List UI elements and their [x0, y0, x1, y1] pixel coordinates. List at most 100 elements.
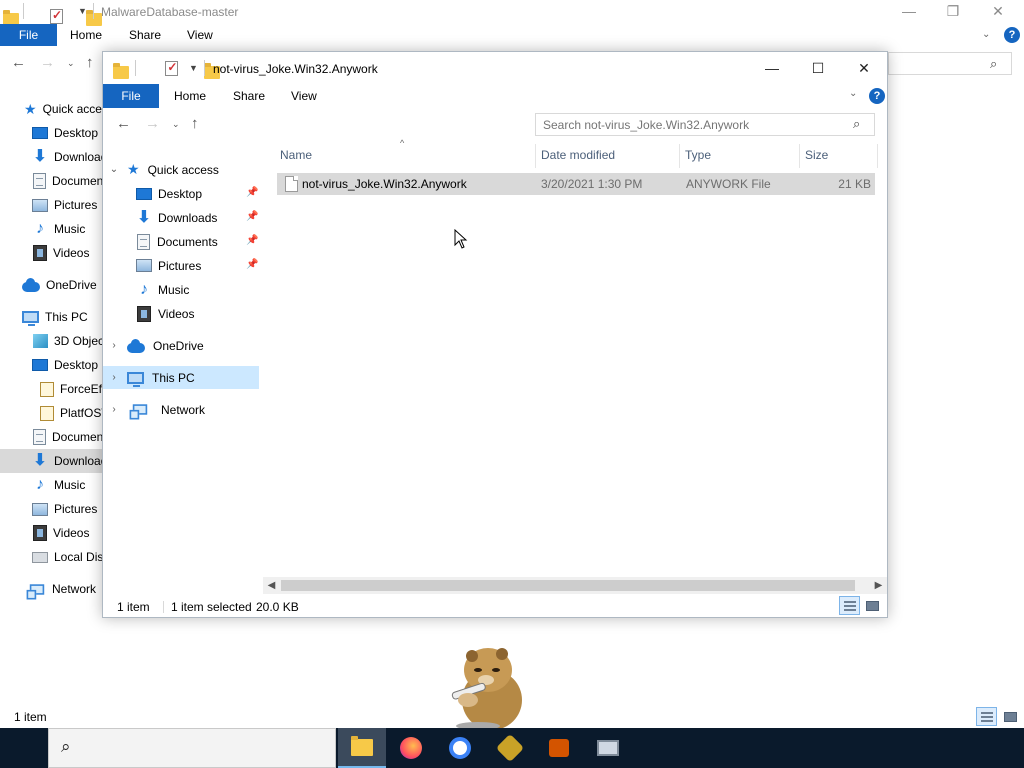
background-share-tab[interactable]: Share — [129, 28, 161, 42]
network-icon — [26, 583, 45, 600]
scrollbar-thumb[interactable] — [281, 580, 855, 591]
taskbar-app-1[interactable] — [486, 728, 534, 768]
back-arrow-icon[interactable]: ← — [11, 54, 26, 71]
sidebar-videos[interactable]: Videos — [103, 302, 259, 325]
share-tab[interactable]: Share — [233, 89, 265, 103]
home-tab[interactable]: Home — [174, 89, 206, 103]
up-arrow-icon[interactable]: ↑ — [86, 54, 94, 71]
bg-sidebar-downloads-2[interactable]: ⬇ Downloads — [0, 449, 104, 473]
search-input[interactable] — [535, 113, 875, 136]
background-close-button[interactable]: ✕ — [975, 0, 1021, 25]
background-minimize-button[interactable]: — — [886, 0, 932, 25]
scroll-left-icon[interactable]: ◀ — [263, 577, 280, 594]
bg-sidebar-platfosv[interactable]: PlatfOSV — [0, 401, 104, 425]
column-separator[interactable] — [535, 144, 536, 168]
column-separator[interactable] — [877, 144, 878, 168]
chevron-down-icon[interactable]: ⌄ — [109, 164, 119, 175]
column-header-type[interactable]: Type — [685, 148, 711, 162]
background-restore-button[interactable]: ❐ — [930, 0, 976, 25]
bg-sidebar-3d-objects[interactable]: 3D Objects — [0, 329, 104, 353]
documents-icon — [33, 173, 46, 189]
search-icon[interactable]: ⌕ — [990, 56, 997, 72]
chevron-right-icon[interactable]: › — [109, 340, 119, 351]
help-icon[interactable]: ? — [869, 88, 885, 104]
bg-sidebar-onedrive[interactable]: OneDrive — [0, 273, 104, 297]
bg-sidebar-documents-2[interactable]: Documents — [0, 425, 104, 449]
background-file-tab[interactable]: File — [0, 24, 57, 46]
view-tab[interactable]: View — [291, 89, 317, 103]
sidebar-onedrive[interactable]: › OneDrive — [103, 334, 259, 357]
bg-sidebar-desktop[interactable]: Desktop — [0, 121, 104, 145]
properties-icon[interactable] — [50, 8, 63, 24]
taskbar-file-explorer[interactable] — [338, 728, 386, 768]
sidebar-this-pc[interactable]: › This PC — [103, 366, 259, 389]
chevron-right-icon[interactable]: › — [109, 404, 119, 415]
sidebar-documents[interactable]: Documents 📌 — [103, 230, 259, 253]
file-tab[interactable]: File — [103, 84, 159, 108]
taskbar-firefox[interactable] — [387, 728, 435, 768]
sidebar-desktop[interactable]: Desktop 📌 — [103, 182, 259, 205]
ribbon-expand-icon[interactable]: ⌄ — [982, 29, 990, 40]
minimize-button[interactable]: — — [749, 54, 795, 82]
large-icons-view-button[interactable] — [862, 596, 883, 615]
help-icon[interactable]: ? — [1004, 27, 1020, 43]
recent-locations-icon[interactable]: ⌄ — [172, 119, 180, 130]
recent-locations-icon[interactable]: ⌄ — [67, 58, 75, 69]
background-home-tab[interactable]: Home — [70, 28, 102, 42]
bg-sidebar-pictures[interactable]: Pictures — [0, 193, 104, 217]
pin-icon[interactable]: 📌 — [246, 187, 258, 198]
forward-arrow-icon[interactable]: → — [145, 115, 160, 132]
details-view-button[interactable] — [976, 707, 997, 726]
large-icons-view-button[interactable] — [1000, 707, 1021, 726]
sidebar-network[interactable]: › Network — [103, 398, 259, 421]
pin-icon[interactable]: 📌 — [246, 259, 258, 270]
sidebar-downloads[interactable]: ⬇ Downloads 📌 — [103, 206, 259, 229]
sidebar-pictures[interactable]: Pictures 📌 — [103, 254, 259, 277]
search-icon[interactable]: ⌕ — [853, 116, 860, 132]
properties-icon[interactable] — [165, 60, 179, 76]
details-view-button[interactable] — [839, 596, 860, 615]
maximize-button[interactable]: ☐ — [795, 54, 841, 82]
bg-sidebar-pictures-2[interactable]: Pictures — [0, 497, 104, 521]
horizontal-scrollbar[interactable]: ◀ ▶ — [263, 577, 887, 594]
bg-sidebar-videos[interactable]: Videos — [0, 241, 104, 265]
pin-icon[interactable]: 📌 — [246, 211, 258, 222]
back-arrow-icon[interactable]: ← — [116, 115, 131, 132]
sidebar-quick-access[interactable]: ⌄ ★ Quick access — [103, 158, 259, 181]
bg-sidebar-forceeff[interactable]: ForceEff — [0, 377, 104, 401]
bg-sidebar-videos-2[interactable]: Videos — [0, 521, 104, 545]
bg-sidebar-downloads[interactable]: ⬇ Downloads — [0, 145, 104, 169]
column-header-size[interactable]: Size — [805, 148, 828, 162]
taskbar-chrome[interactable] — [436, 728, 484, 768]
table-row[interactable]: not-virus_Joke.Win32.Anywork 3/20/2021 1… — [277, 173, 875, 195]
bg-sidebar-music-2[interactable]: ♪ Music — [0, 473, 104, 497]
bg-sidebar-documents[interactable]: Documents — [0, 169, 104, 193]
quick-access-toolbar-dropdown-icon[interactable]: ▼ — [189, 63, 198, 73]
bg-sidebar-quick-access[interactable]: ★ Quick access — [0, 97, 104, 121]
column-header-name[interactable]: Name — [280, 148, 312, 162]
taskbar-search-box[interactable]: ⌕ — [48, 728, 336, 768]
bg-sidebar-network[interactable]: Network — [0, 577, 104, 601]
forward-arrow-icon[interactable]: → — [40, 54, 55, 71]
quick-access-toolbar-dropdown-icon[interactable]: ▼ — [78, 6, 87, 16]
column-header-date-modified[interactable]: Date modified — [541, 148, 615, 162]
bg-sidebar-local-disk[interactable]: Local Disk — [0, 545, 104, 569]
start-button[interactable] — [0, 728, 48, 768]
foreground-ribbon: File Home Share View ⌄ ? — [103, 84, 887, 108]
bg-sidebar-desktop-2[interactable]: Desktop — [0, 353, 104, 377]
taskbar-app-3[interactable] — [584, 728, 632, 768]
taskbar-app-2[interactable] — [535, 728, 583, 768]
up-arrow-icon[interactable]: ↑ — [191, 115, 199, 132]
background-ribbon: File Home Share View ⌄ ? — [0, 24, 1024, 46]
pin-icon[interactable]: 📌 — [246, 235, 258, 246]
bg-sidebar-this-pc[interactable]: This PC — [0, 305, 104, 329]
column-separator[interactable] — [799, 144, 800, 168]
sidebar-music[interactable]: ♪ Music — [103, 278, 259, 301]
background-view-tab[interactable]: View — [187, 28, 213, 42]
chevron-right-icon[interactable]: › — [109, 372, 119, 383]
column-separator[interactable] — [679, 144, 680, 168]
ribbon-expand-icon[interactable]: ⌄ — [849, 88, 857, 99]
bg-sidebar-music[interactable]: ♪ Music — [0, 217, 104, 241]
close-button[interactable]: ✕ — [841, 54, 887, 82]
scroll-right-icon[interactable]: ▶ — [870, 577, 887, 594]
